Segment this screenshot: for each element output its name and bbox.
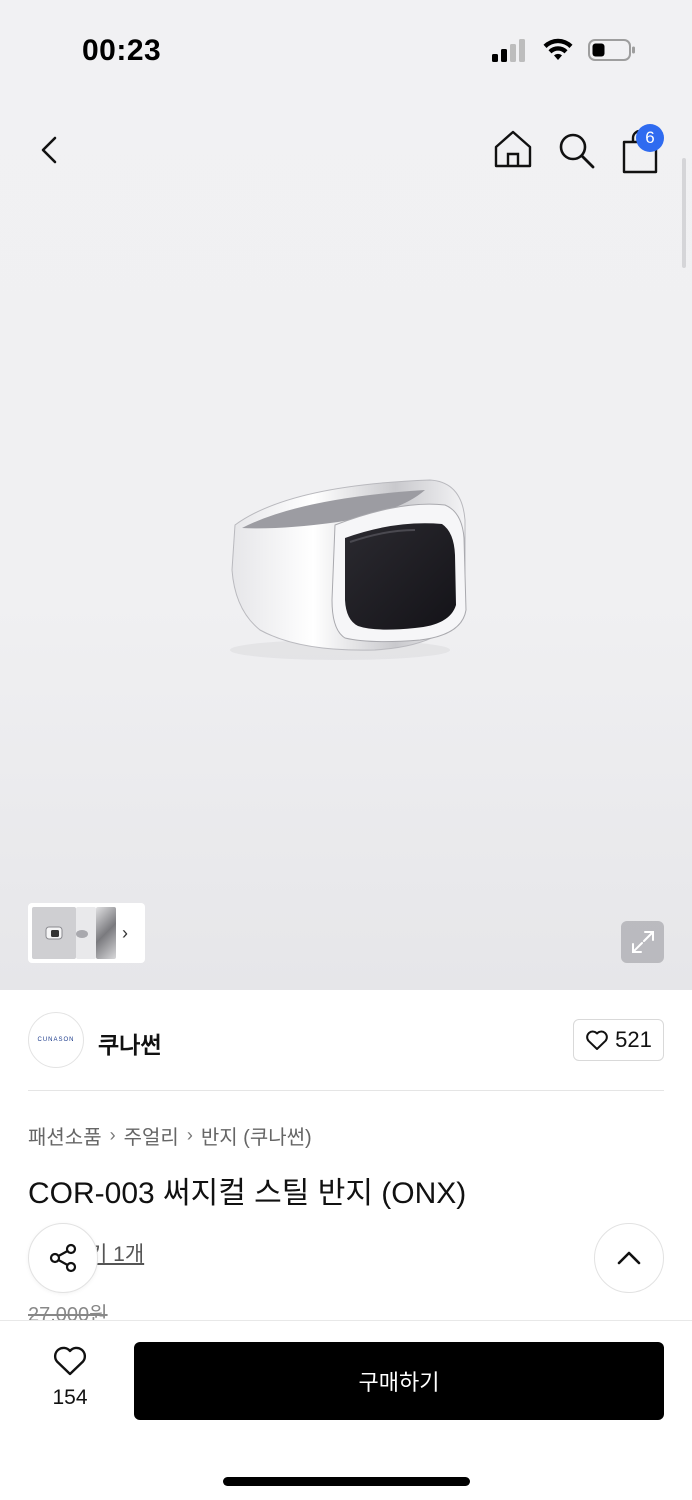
heart-outline-icon — [53, 1346, 87, 1376]
bottom-action-bar: 154 구매하기 — [0, 1320, 692, 1500]
home-icon[interactable] — [492, 128, 534, 170]
breadcrumb-item-ring[interactable]: 반지 (쿠나썬) — [201, 1121, 312, 1150]
divider — [28, 1090, 664, 1091]
image-thumbnails[interactable]: › — [28, 903, 145, 963]
scroll-indicator — [682, 158, 686, 268]
breadcrumb-item-fashion[interactable]: 패션소품 — [28, 1121, 102, 1150]
home-indicator[interactable] — [223, 1477, 470, 1486]
brand-logo[interactable]: CUNASON — [28, 1012, 84, 1068]
cellular-signal-icon — [492, 39, 525, 62]
expand-image-button[interactable] — [621, 921, 664, 963]
expand-arrows-icon — [631, 931, 654, 953]
search-icon[interactable] — [556, 130, 596, 170]
battery-icon — [588, 39, 635, 61]
heart-outline-icon — [586, 1030, 608, 1050]
buy-button[interactable]: 구매하기 — [134, 1342, 664, 1420]
thumbnail-1[interactable] — [32, 907, 76, 959]
chevron-right-icon: › — [109, 1125, 116, 1145]
breadcrumb: 패션소품 › 주얼리 › 반지 (쿠나썬) — [28, 1121, 312, 1150]
status-bar: 00:23 — [0, 0, 692, 100]
share-icon — [49, 1243, 77, 1273]
cart-count-badge: 6 — [636, 124, 664, 152]
brand-row: CUNASON 쿠나썬 521 — [28, 1012, 664, 1070]
brand-like-count: 521 — [615, 1027, 652, 1052]
scroll-to-top-button[interactable] — [594, 1223, 664, 1293]
wishlist-count: 154 — [52, 1386, 88, 1409]
chevron-right-icon: › — [186, 1125, 193, 1145]
wishlist-button[interactable]: 154 — [40, 1345, 100, 1415]
product-title: COR-003 써지컬 스틸 반지 (ONX) — [28, 1177, 467, 1210]
wifi-icon — [543, 38, 573, 60]
thumbnail-3[interactable] — [96, 907, 116, 959]
brand-name[interactable]: 쿠나썬 — [98, 1026, 161, 1060]
status-icons — [492, 38, 636, 62]
thumbnail-2[interactable] — [76, 907, 96, 959]
share-button[interactable] — [28, 1223, 98, 1293]
back-chevron-icon[interactable] — [30, 130, 70, 170]
breadcrumb-item-jewelry[interactable]: 주얼리 — [124, 1121, 179, 1150]
brand-like-button[interactable]: 521 — [573, 1019, 664, 1061]
chevron-right-icon[interactable]: › — [122, 923, 128, 944]
chevron-up-icon — [617, 1251, 641, 1265]
product-ring-image — [230, 479, 467, 660]
top-nav — [0, 118, 692, 182]
status-time: 00:23 — [82, 34, 162, 67]
brand-logo-text: CUNASON — [37, 1037, 75, 1043]
